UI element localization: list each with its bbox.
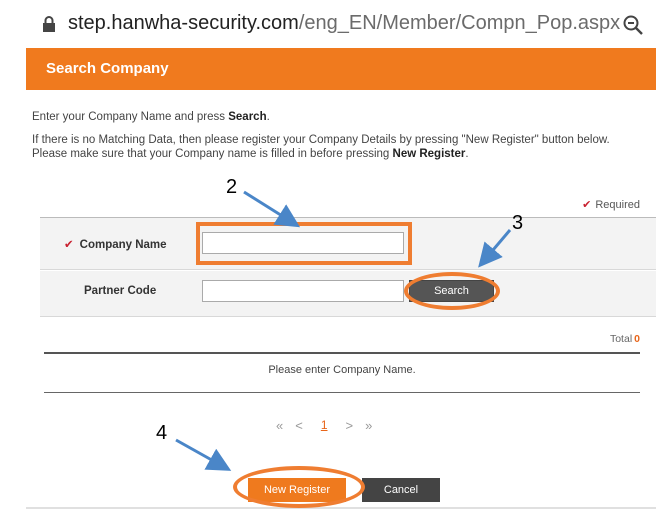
arrow-to-company-name (243, 190, 301, 228)
arrow-to-new-register (175, 438, 232, 471)
annotation-arrows (175, 190, 512, 471)
arrow-to-search (478, 229, 512, 268)
